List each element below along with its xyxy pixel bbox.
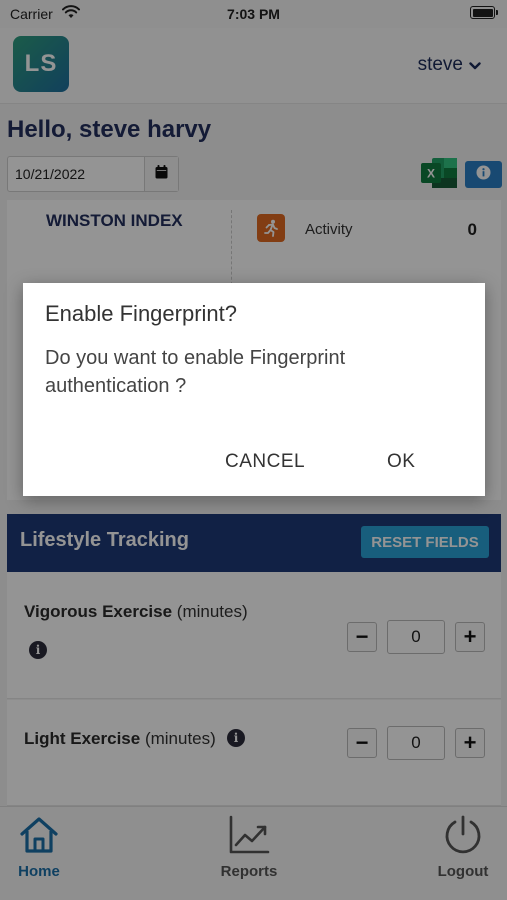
cancel-button[interactable]: CANCEL: [213, 447, 317, 477]
dialog-title: Enable Fingerprint?: [45, 301, 238, 326]
dialog-message: Do you want to enable Fingerprint authen…: [45, 347, 346, 397]
fingerprint-dialog: Enable Fingerprint? Do you want to enabl…: [23, 283, 485, 496]
ok-button[interactable]: OK: [375, 447, 427, 477]
